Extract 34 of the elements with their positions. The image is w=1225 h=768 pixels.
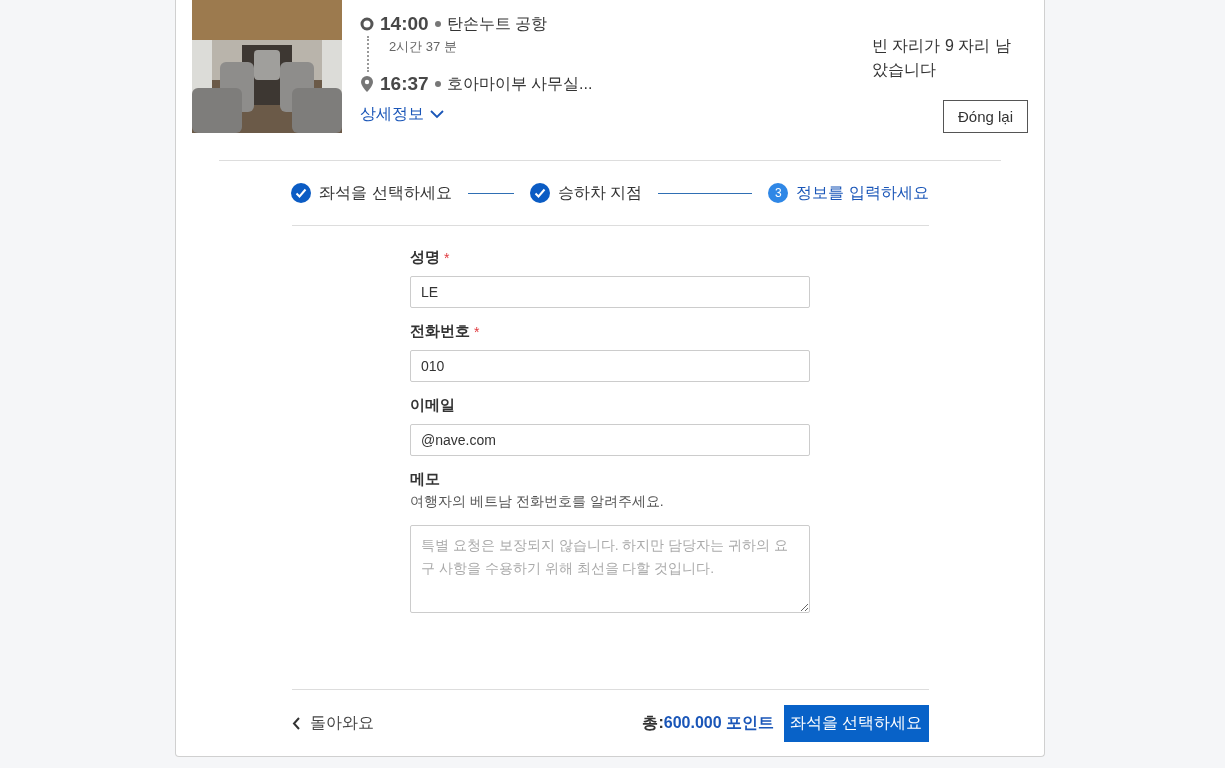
chevron-left-icon [291, 716, 300, 730]
location-pin-icon [360, 76, 374, 92]
select-seat-button[interactable]: 좌석을 선택하세요 [784, 704, 929, 742]
details-link[interactable]: 상세정보 [360, 104, 444, 125]
arrival-time: 16:37 [380, 73, 429, 95]
field-hint: 여행자의 베트남 전화번호를 알려주세요. [410, 493, 665, 511]
step-label: 승하차 지점 [557, 182, 643, 203]
departure-time: 14:00 [380, 13, 429, 35]
field-label: 이메일 [410, 396, 455, 415]
step-label: 좌석을 선택하세요 [319, 182, 452, 203]
field-label: 전화번호 [410, 322, 470, 341]
back-link[interactable]: 돌아와요 [291, 712, 374, 734]
arrival-place: 호아마이부 사무실... [446, 73, 593, 94]
dot-icon [434, 21, 441, 27]
input-field[interactable]: 010 [410, 350, 810, 382]
required-mark: * [474, 323, 480, 340]
duration: 2시간 37 분 [389, 38, 458, 56]
seats-left-text: 빈 자리가 9 자리 남았습니다 [872, 36, 1012, 80]
circle-icon [360, 17, 374, 31]
total-price: 총:600.000 포인트 [642, 712, 775, 733]
departure-place: 탄손누트 공항 [446, 13, 548, 34]
check-icon [291, 183, 312, 203]
memo-field[interactable]: 특별 요청은 보장되지 않습니다. 하지만 담당자는 귀하의 요구 사항을 수용하기 위해 최선을 다할 것입니다. [410, 525, 810, 613]
field-label: 메모 [410, 470, 441, 489]
check-icon [529, 183, 550, 203]
input-field[interactable]: LE [410, 276, 810, 308]
close-button[interactable]: Đóng lại [942, 100, 1028, 133]
step-label: 정보를 입력하세요 [796, 182, 929, 203]
input-field[interactable]: @nave.com [410, 424, 810, 456]
chevron-down-icon [430, 110, 444, 119]
field-label: 성명 [410, 248, 440, 267]
step-number: 3 [768, 183, 789, 203]
required-mark: * [444, 249, 450, 266]
dot-icon [434, 81, 441, 87]
